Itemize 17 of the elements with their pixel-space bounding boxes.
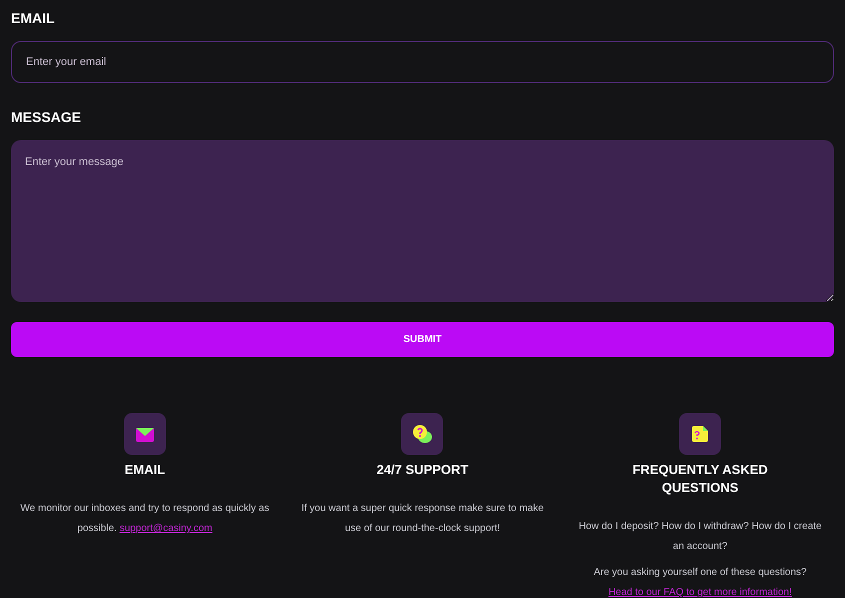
feature-link[interactable]: Head to our FAQ to get more information!	[608, 587, 792, 598]
submit-button[interactable]: SUBMIT	[11, 322, 834, 357]
envelope-icon	[134, 425, 155, 443]
field-label: EMAIL	[11, 9, 56, 28]
feature-link[interactable]: support@casiny.com	[120, 523, 212, 534]
email-field[interactable]: Enter your email	[11, 41, 834, 83]
feature-title: 24/7 SUPPORT	[376, 461, 470, 479]
feature-description: How do I deposit? How do I withdraw? How do I create an account?	[578, 520, 823, 554]
question-note-icon	[691, 424, 710, 444]
feature-description: Are you asking yourself one of these questions? Head to our FAQ to get more information!	[592, 566, 808, 598]
feature-title: EMAIL	[124, 461, 166, 479]
message-field[interactable]: Enter your message	[11, 140, 834, 302]
feature-title: FREQUENTLY ASKED QUESTIONS	[631, 461, 769, 497]
feature-description: We monitor our inboxes and try to respond as quickly as possible. support@casiny.com	[19, 502, 270, 536]
feature-description: If you want a super quick response make sure to make use of our round-the-clock support!	[300, 502, 545, 536]
chat-bubbles-icon	[411, 424, 434, 444]
field-label: MESSAGE	[11, 108, 82, 127]
